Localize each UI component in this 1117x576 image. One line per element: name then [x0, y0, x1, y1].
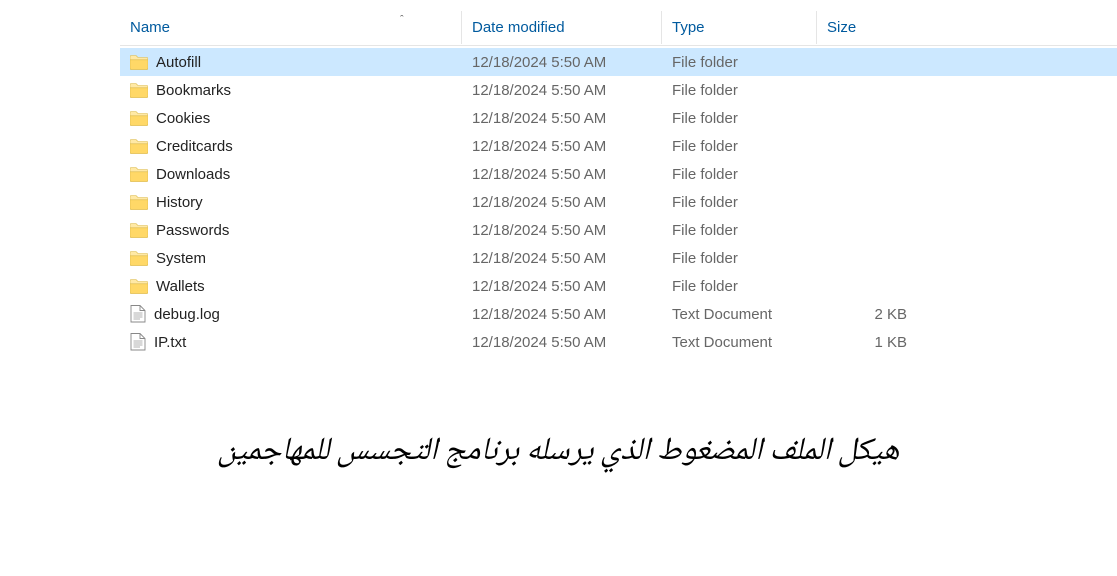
file-name-label: System — [156, 250, 206, 267]
file-name-label: Creditcards — [156, 138, 233, 155]
folder-icon — [130, 195, 148, 210]
file-row[interactable]: Bookmarks 12/18/2024 5:50 AMFile folder — [120, 76, 1117, 104]
column-header-row: ˆ Name Date modified Type Size — [120, 10, 1117, 46]
file-name-label: History — [156, 194, 203, 211]
file-row[interactable]: Autofill 12/18/2024 5:50 AMFile folder — [120, 48, 1117, 76]
file-size-cell: 1 KB — [817, 334, 917, 351]
column-header-size[interactable]: Size — [817, 11, 917, 44]
file-type-cell: File folder — [662, 194, 817, 211]
file-row[interactable]: Wallets 12/18/2024 5:50 AMFile folder — [120, 272, 1117, 300]
file-type-cell: Text Document — [662, 306, 817, 323]
file-type-cell: File folder — [662, 222, 817, 239]
file-date-cell: 12/18/2024 5:50 AM — [462, 110, 662, 127]
file-date-cell: 12/18/2024 5:50 AM — [462, 250, 662, 267]
file-list: Autofill12/18/2024 5:50 AMFile folderBoo… — [120, 48, 1117, 356]
file-date-cell: 12/18/2024 5:50 AM — [462, 54, 662, 71]
text-file-icon — [130, 305, 146, 323]
folder-icon — [130, 111, 148, 126]
file-name-cell: History — [120, 194, 462, 211]
file-date-cell: 12/18/2024 5:50 AM — [462, 166, 662, 183]
file-name-cell: Wallets — [120, 278, 462, 295]
file-name-label: Autofill — [156, 54, 201, 71]
file-date-cell: 12/18/2024 5:50 AM — [462, 194, 662, 211]
file-name-cell: Downloads — [120, 166, 462, 183]
folder-icon — [130, 223, 148, 238]
file-date-cell: 12/18/2024 5:50 AM — [462, 138, 662, 155]
column-header-date[interactable]: Date modified — [462, 11, 662, 44]
file-name-cell: Cookies — [120, 110, 462, 127]
file-name-cell: Autofill — [120, 54, 462, 71]
file-date-cell: 12/18/2024 5:50 AM — [462, 222, 662, 239]
folder-icon — [130, 139, 148, 154]
file-explorer: ˆ Name Date modified Type Size Autofill 1… — [0, 0, 1117, 356]
file-name-label: Cookies — [156, 110, 210, 127]
text-file-icon — [130, 333, 146, 351]
file-date-cell: 12/18/2024 5:50 AM — [462, 82, 662, 99]
file-date-cell: 12/18/2024 5:50 AM — [462, 306, 662, 323]
file-type-cell: File folder — [662, 278, 817, 295]
caption-text: هيكل الملف المضغوط الذي يرسله برنامج الت… — [0, 426, 1117, 480]
column-header-type[interactable]: Type — [662, 11, 817, 44]
file-name-label: debug.log — [154, 306, 220, 323]
file-row[interactable]: Cookies 12/18/2024 5:50 AMFile folder — [120, 104, 1117, 132]
file-row[interactable]: IP.txt 12/18/2024 5:50 AMText Document1 K… — [120, 328, 1117, 356]
file-name-label: Passwords — [156, 222, 229, 239]
file-type-cell: File folder — [662, 54, 817, 71]
file-name-cell: System — [120, 250, 462, 267]
file-row[interactable]: System 12/18/2024 5:50 AMFile folder — [120, 244, 1117, 272]
file-size-cell: 2 KB — [817, 306, 917, 323]
file-type-cell: File folder — [662, 250, 817, 267]
folder-icon — [130, 251, 148, 266]
file-type-cell: File folder — [662, 110, 817, 127]
folder-icon — [130, 83, 148, 98]
file-date-cell: 12/18/2024 5:50 AM — [462, 334, 662, 351]
file-row[interactable]: Downloads 12/18/2024 5:50 AMFile folder — [120, 160, 1117, 188]
file-row[interactable]: Passwords 12/18/2024 5:50 AMFile folder — [120, 216, 1117, 244]
file-name-label: Downloads — [156, 166, 230, 183]
file-name-cell: IP.txt — [120, 333, 462, 351]
folder-icon — [130, 55, 148, 70]
file-date-cell: 12/18/2024 5:50 AM — [462, 278, 662, 295]
file-row[interactable]: Creditcards 12/18/2024 5:50 AMFile folder — [120, 132, 1117, 160]
column-header-name[interactable]: Name — [120, 11, 462, 44]
file-row[interactable]: debug.log 12/18/2024 5:50 AMText Document… — [120, 300, 1117, 328]
file-type-cell: File folder — [662, 138, 817, 155]
file-name-cell: Bookmarks — [120, 82, 462, 99]
file-type-cell: Text Document — [662, 334, 817, 351]
file-type-cell: File folder — [662, 166, 817, 183]
file-name-cell: Passwords — [120, 222, 462, 239]
file-name-label: IP.txt — [154, 334, 186, 351]
file-name-label: Bookmarks — [156, 82, 231, 99]
file-name-cell: Creditcards — [120, 138, 462, 155]
file-name-label: Wallets — [156, 278, 205, 295]
file-row[interactable]: History 12/18/2024 5:50 AMFile folder — [120, 188, 1117, 216]
file-type-cell: File folder — [662, 82, 817, 99]
file-name-cell: debug.log — [120, 305, 462, 323]
folder-icon — [130, 279, 148, 294]
sort-caret-icon: ˆ — [400, 14, 404, 26]
folder-icon — [130, 167, 148, 182]
